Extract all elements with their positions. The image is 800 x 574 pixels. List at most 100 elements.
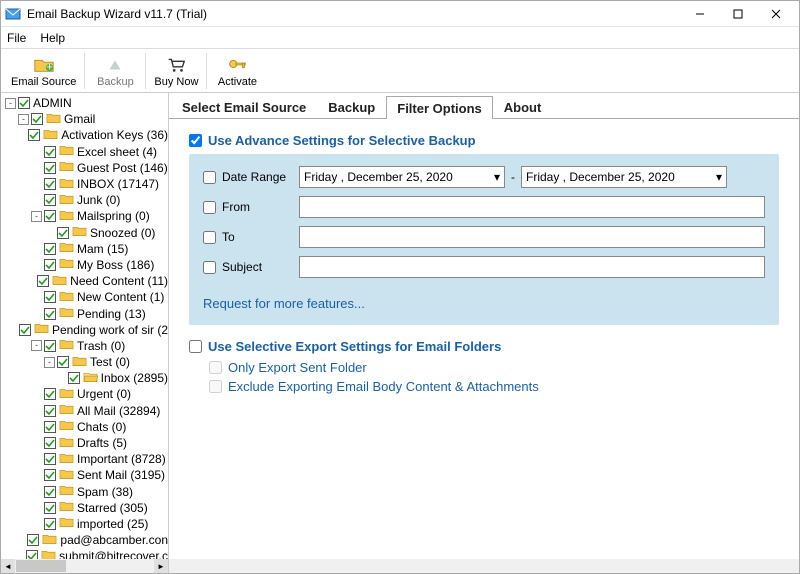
tree-item[interactable]: Drafts (5): [1, 435, 168, 451]
maximize-button[interactable]: [719, 2, 757, 26]
use-selective-export-checkbox[interactable]: [189, 340, 202, 353]
tree-checkbox[interactable]: [44, 437, 56, 449]
collapse-icon[interactable]: -: [18, 114, 29, 125]
tree-checkbox[interactable]: [44, 405, 56, 417]
from-input[interactable]: [299, 196, 765, 218]
tree-checkbox[interactable]: [44, 243, 56, 255]
tree-item[interactable]: -Trash (0): [1, 338, 168, 354]
tree-item[interactable]: Pending (13): [1, 305, 168, 321]
tree-checkbox[interactable]: [44, 469, 56, 481]
sidebar-scrollbar[interactable]: ◄ ►: [1, 559, 168, 573]
use-advance-settings-checkbox[interactable]: [189, 134, 202, 147]
tree-checkbox[interactable]: [28, 129, 40, 141]
tree-item[interactable]: Snoozed (0): [1, 225, 168, 241]
date-from-picker[interactable]: Friday , December 25, 2020▾: [299, 166, 505, 188]
folder-icon: [59, 209, 77, 224]
tree-item[interactable]: Junk (0): [1, 192, 168, 208]
tree-checkbox[interactable]: [37, 275, 49, 287]
collapse-icon[interactable]: -: [31, 211, 42, 222]
tree-item[interactable]: Need Content (11): [1, 273, 168, 289]
tree-checkbox[interactable]: [68, 372, 80, 384]
menu-help[interactable]: Help: [40, 31, 65, 45]
tree-checkbox[interactable]: [44, 308, 56, 320]
tree-item[interactable]: Excel sheet (4): [1, 144, 168, 160]
tree-checkbox[interactable]: [44, 486, 56, 498]
tree-checkbox[interactable]: [44, 388, 56, 400]
tree-checkbox[interactable]: [44, 178, 56, 190]
scroll-right-button[interactable]: ►: [154, 559, 168, 573]
activate-button[interactable]: Activate: [209, 52, 265, 90]
content-scrollbar[interactable]: [169, 559, 799, 573]
tree-item[interactable]: My Boss (186): [1, 257, 168, 273]
tree-checkbox[interactable]: [44, 340, 56, 352]
tree-checkbox[interactable]: [44, 502, 56, 514]
tree-item[interactable]: Activation Keys (36): [1, 127, 168, 143]
tree-item[interactable]: Important (8728): [1, 451, 168, 467]
scroll-thumb[interactable]: [16, 560, 66, 572]
tree-checkbox[interactable]: [44, 194, 56, 206]
tree-checkbox[interactable]: [44, 291, 56, 303]
menu-file[interactable]: File: [7, 31, 26, 45]
tree-item[interactable]: All Mail (32894): [1, 403, 168, 419]
minimize-button[interactable]: [681, 2, 719, 26]
tree-checkbox[interactable]: [44, 453, 56, 465]
tree-item[interactable]: INBOX (17147): [1, 176, 168, 192]
collapse-icon[interactable]: -: [31, 340, 42, 351]
tree-checkbox[interactable]: [27, 534, 39, 546]
to-input[interactable]: [299, 226, 765, 248]
tab-filter-options[interactable]: Filter Options: [386, 96, 493, 119]
close-button[interactable]: [757, 2, 795, 26]
tree-checkbox[interactable]: [44, 421, 56, 433]
buy-now-button[interactable]: Buy Now: [148, 52, 204, 90]
subject-input[interactable]: [299, 256, 765, 278]
tree-checkbox[interactable]: [44, 162, 56, 174]
exclude-body-checkbox[interactable]: [209, 380, 222, 393]
date-to-picker[interactable]: Friday , December 25, 2020▾: [521, 166, 727, 188]
collapse-icon[interactable]: -: [44, 357, 55, 368]
tree-item[interactable]: Mam (15): [1, 241, 168, 257]
tree-item[interactable]: Guest Post (146): [1, 160, 168, 176]
tab-about[interactable]: About: [493, 95, 553, 118]
tree-item[interactable]: Pending work of sir (2: [1, 322, 168, 338]
backup-button[interactable]: Backup: [87, 52, 143, 90]
tree-checkbox[interactable]: [44, 259, 56, 271]
tree-checkbox[interactable]: [44, 210, 56, 222]
tree-item[interactable]: Sent Mail (3195): [1, 467, 168, 483]
tree-item[interactable]: -Test (0): [1, 354, 168, 370]
tree-checkbox[interactable]: [57, 356, 69, 368]
email-source-button[interactable]: + Email Source: [5, 52, 82, 90]
tree-item[interactable]: -Gmail: [1, 111, 168, 127]
collapse-icon[interactable]: -: [5, 98, 16, 109]
tab-backup[interactable]: Backup: [317, 95, 386, 118]
tree-item[interactable]: Inbox (2895): [1, 370, 168, 386]
scroll-left-button[interactable]: ◄: [1, 559, 15, 573]
exclude-body-label[interactable]: Exclude Exporting Email Body Content & A…: [228, 379, 539, 394]
tree-checkbox[interactable]: [19, 324, 31, 336]
tree-checkbox[interactable]: [44, 518, 56, 530]
subject-checkbox[interactable]: [203, 261, 216, 274]
tree-spacer: [31, 454, 42, 465]
folder-tree[interactable]: -ADMIN-GmailActivation Keys (36)Excel sh…: [1, 95, 168, 573]
use-advance-settings-label[interactable]: Use Advance Settings for Selective Backu…: [208, 133, 476, 148]
use-selective-export-label[interactable]: Use Selective Export Settings for Email …: [208, 339, 501, 354]
tree-item[interactable]: -Mailspring (0): [1, 208, 168, 224]
tree-item[interactable]: Urgent (0): [1, 386, 168, 402]
tree-checkbox[interactable]: [57, 227, 69, 239]
tree-item[interactable]: Chats (0): [1, 419, 168, 435]
date-range-checkbox[interactable]: [203, 171, 216, 184]
tree-checkbox[interactable]: [31, 113, 43, 125]
tree-item[interactable]: -ADMIN: [1, 95, 168, 111]
from-checkbox[interactable]: [203, 201, 216, 214]
tree-item[interactable]: New Content (1): [1, 289, 168, 305]
tree-item[interactable]: Spam (38): [1, 484, 168, 500]
tab-select-email-source[interactable]: Select Email Source: [171, 95, 317, 118]
tree-checkbox[interactable]: [44, 146, 56, 158]
only-export-sent-label[interactable]: Only Export Sent Folder: [228, 360, 367, 375]
tree-checkbox[interactable]: [18, 97, 30, 109]
tree-item[interactable]: pad@abcamber.con: [1, 532, 168, 548]
tree-item[interactable]: imported (25): [1, 516, 168, 532]
request-features-link[interactable]: Request for more features...: [203, 296, 365, 311]
only-export-sent-checkbox[interactable]: [209, 361, 222, 374]
tree-item[interactable]: Starred (305): [1, 500, 168, 516]
to-checkbox[interactable]: [203, 231, 216, 244]
